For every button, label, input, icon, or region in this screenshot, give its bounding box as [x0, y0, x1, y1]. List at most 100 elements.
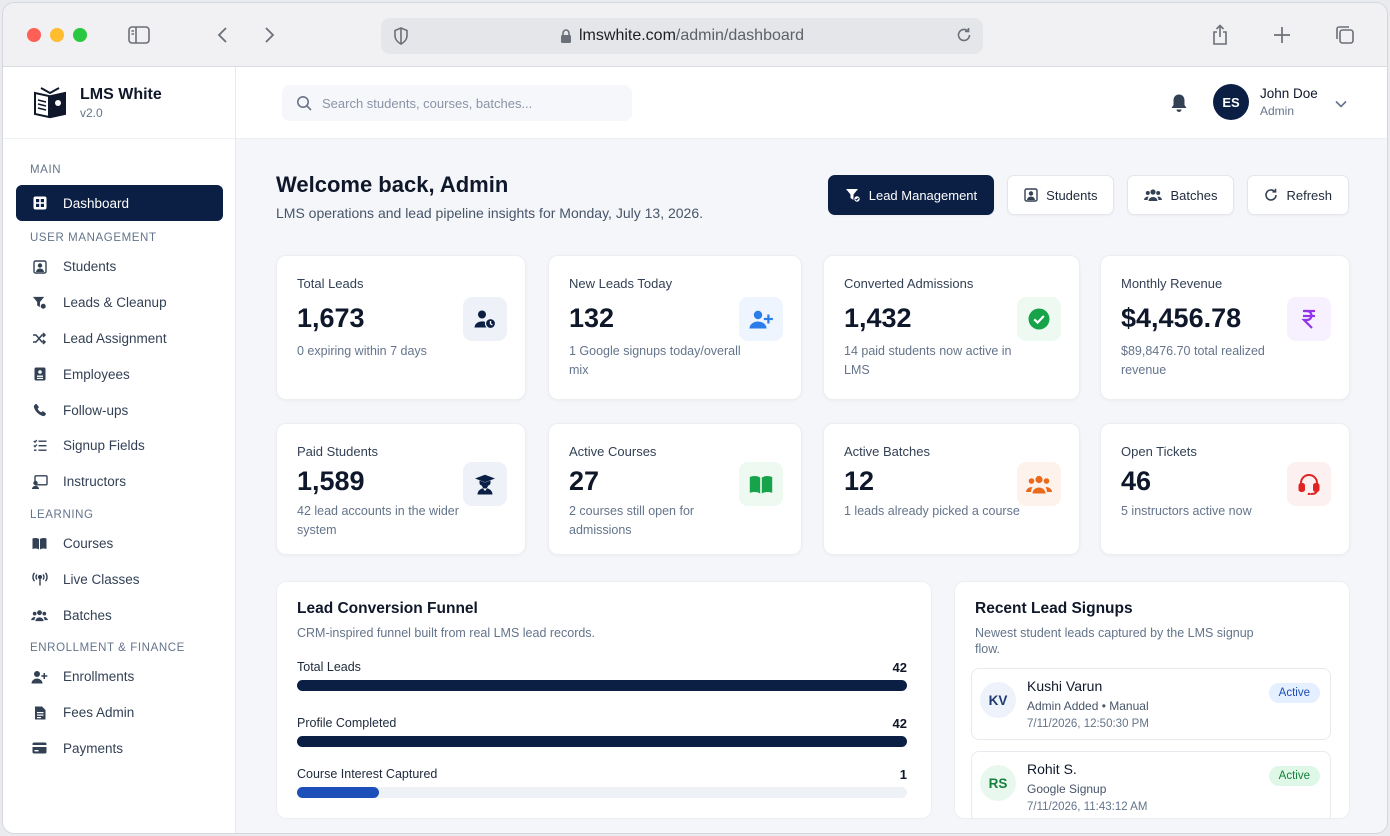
stat-subtext: 14 paid students now active in LMS: [844, 344, 1012, 377]
brand-name: LMS White: [80, 85, 162, 103]
stat-card-total-leads[interactable]: Total Leads 1,673 0 expiring within 7 da…: [276, 255, 526, 400]
users-icon: [31, 607, 48, 624]
funnel-label: Course Interest Captured: [297, 767, 438, 781]
sidebar-item-fees-admin[interactable]: Fees Admin: [3, 695, 235, 731]
chevron-down-icon[interactable]: [1335, 95, 1347, 113]
search-input[interactable]: [322, 95, 622, 111]
shield-icon[interactable]: [393, 27, 409, 50]
sidebar-item-leads-cleanup[interactable]: Leads & Cleanup: [3, 285, 235, 321]
book-logo-icon: [34, 86, 66, 118]
rupee-icon: [1287, 297, 1331, 341]
user-name: John Doe: [1260, 86, 1318, 101]
tab-overview-icon[interactable]: [1333, 23, 1357, 47]
stat-value: 1,589: [297, 466, 365, 496]
stat-card-monthly-revenue[interactable]: Monthly Revenue $4,456.78 $89,8476.70 to…: [1100, 255, 1350, 400]
stat-card-open-tickets[interactable]: Open Tickets 46 5 instructors active now: [1100, 423, 1350, 555]
refresh-button[interactable]: Refresh: [1247, 175, 1349, 215]
refresh-icon: [1264, 188, 1278, 202]
sidebar-item-instructors[interactable]: Instructors: [3, 464, 235, 500]
sidebar-item-students[interactable]: Students: [3, 249, 235, 285]
sidebar-item-lead-assignment[interactable]: Lead Assignment: [3, 321, 235, 357]
stat-value: 27: [569, 466, 600, 496]
brand-version: v2.0: [80, 105, 103, 120]
search-box[interactable]: [282, 85, 632, 121]
stat-title: Active Batches: [844, 444, 930, 459]
sidebar-item-employees[interactable]: Employees: [3, 356, 235, 392]
sidebar-item-live-classes[interactable]: Live Classes: [3, 561, 235, 597]
stat-value: 132: [569, 303, 615, 333]
sidebar-toggle-icon[interactable]: [127, 23, 151, 47]
filter-icon: [31, 294, 48, 311]
lead-management-button[interactable]: Lead Management: [827, 175, 995, 215]
new-tab-icon[interactable]: [1270, 23, 1294, 47]
funnel-label: Total Leads: [297, 660, 361, 674]
search-icon: [297, 96, 312, 111]
funnel-row: Profile Completed 42: [297, 716, 907, 747]
user-plus-icon: [31, 668, 48, 685]
funnel-title: Lead Conversion Funnel: [297, 600, 478, 617]
recent-title: Recent Lead Signups: [975, 600, 1133, 617]
stat-subtext: 0 expiring within 7 days: [297, 344, 427, 358]
stat-card-new-leads-today[interactable]: New Leads Today 132 1 Google signups tod…: [548, 255, 802, 400]
nav-section-title: ENROLLMENT & FINANCE: [30, 641, 185, 654]
sidebar-item-payments[interactable]: Payments: [3, 731, 235, 767]
share-icon[interactable]: [1208, 23, 1232, 47]
funnel-bar-fill: [297, 787, 380, 798]
sidebar-item-follow-ups[interactable]: Follow-ups: [3, 392, 235, 428]
minimize-window-button[interactable]: [50, 28, 64, 42]
lead-avatar: RS: [980, 765, 1016, 801]
sidebar-item-label: Follow-ups: [63, 402, 129, 418]
address-bar[interactable]: lmswhite.com/admin/dashboard: [381, 18, 983, 54]
sidebar-item-label: Live Classes: [63, 571, 140, 587]
sidebar-item-label: Fees Admin: [63, 705, 135, 721]
sidebar-item-dashboard[interactable]: Dashboard: [16, 185, 223, 221]
stat-card-active-batches[interactable]: Active Batches 12 1 leads already picked…: [823, 423, 1080, 555]
book-icon: [31, 535, 48, 552]
bell-icon[interactable]: [1170, 93, 1188, 118]
stat-subtext: 1 Google signups today/overall mix: [569, 344, 741, 377]
recent-subtitle: Newest student leads captured by the LMS…: [975, 625, 1254, 657]
stat-title: Monthly Revenue: [1121, 276, 1223, 291]
students-button[interactable]: Students: [1007, 175, 1115, 215]
close-window-button[interactable]: [27, 28, 41, 42]
back-icon[interactable]: [211, 23, 235, 47]
stat-title: Converted Admissions: [844, 276, 974, 291]
lead-name: Kushi Varun: [1027, 678, 1103, 694]
stat-card-active-courses[interactable]: Active Courses 27 2 courses still open f…: [548, 423, 802, 555]
sidebar-item-enrollments[interactable]: Enrollments: [3, 659, 235, 695]
forward-icon[interactable]: [257, 23, 281, 47]
lead-list-item[interactable]: RS Rohit S. Google Signup 7/11/2026, 11:…: [971, 751, 1331, 818]
sidebar-item-courses[interactable]: Courses: [3, 526, 235, 562]
card-icon: [31, 740, 48, 757]
sidebar-item-label: Instructors: [63, 474, 127, 490]
id-badge-icon: [31, 366, 48, 383]
user-avatar[interactable]: ES: [1213, 84, 1249, 120]
lead-name: Rohit S.: [1027, 761, 1077, 777]
reload-icon[interactable]: [955, 26, 973, 49]
stat-title: Open Tickets: [1121, 444, 1197, 459]
stat-card-paid-students[interactable]: Paid Students 1,589 42 lead accounts in …: [276, 423, 526, 555]
lead-list-item[interactable]: KV Kushi Varun Admin Added • Manual 7/11…: [971, 668, 1331, 740]
batches-button[interactable]: Batches: [1127, 175, 1235, 215]
recent-subtitle-line2: flow.: [975, 642, 1001, 656]
funnel-bar-track: [297, 787, 907, 798]
funnel-bar-track: [297, 736, 907, 747]
sidebar: LMS White v2.0 MAIN Dashboard USER MANAG…: [3, 67, 236, 833]
open-book-icon: [739, 462, 783, 506]
check-circle-icon: [1017, 297, 1061, 341]
maximize-window-button[interactable]: [73, 28, 87, 42]
brand[interactable]: LMS White v2.0: [3, 67, 235, 139]
browser-window: lmswhite.com/admin/dashboard LMS White v…: [2, 2, 1388, 834]
url-path: /admin/dashboard: [675, 27, 804, 44]
stat-title: Active Courses: [569, 444, 657, 459]
stat-card-converted-admissions[interactable]: Converted Admissions 1,432 14 paid stude…: [823, 255, 1080, 400]
lead-timestamp: 7/11/2026, 11:43:12 AM: [1027, 801, 1148, 813]
funnel-count: 42: [892, 660, 907, 675]
sidebar-item-batches[interactable]: Batches: [3, 597, 235, 633]
funnel-bar-fill: [297, 736, 907, 747]
user-menu[interactable]: John Doe Admin: [1260, 86, 1318, 118]
topbar: ES John Doe Admin: [236, 67, 1387, 139]
url-host: lmswhite.com: [579, 27, 676, 44]
sidebar-item-signup-fields[interactable]: Signup Fields: [3, 428, 235, 464]
sidebar-item-label: Employees: [63, 366, 130, 382]
